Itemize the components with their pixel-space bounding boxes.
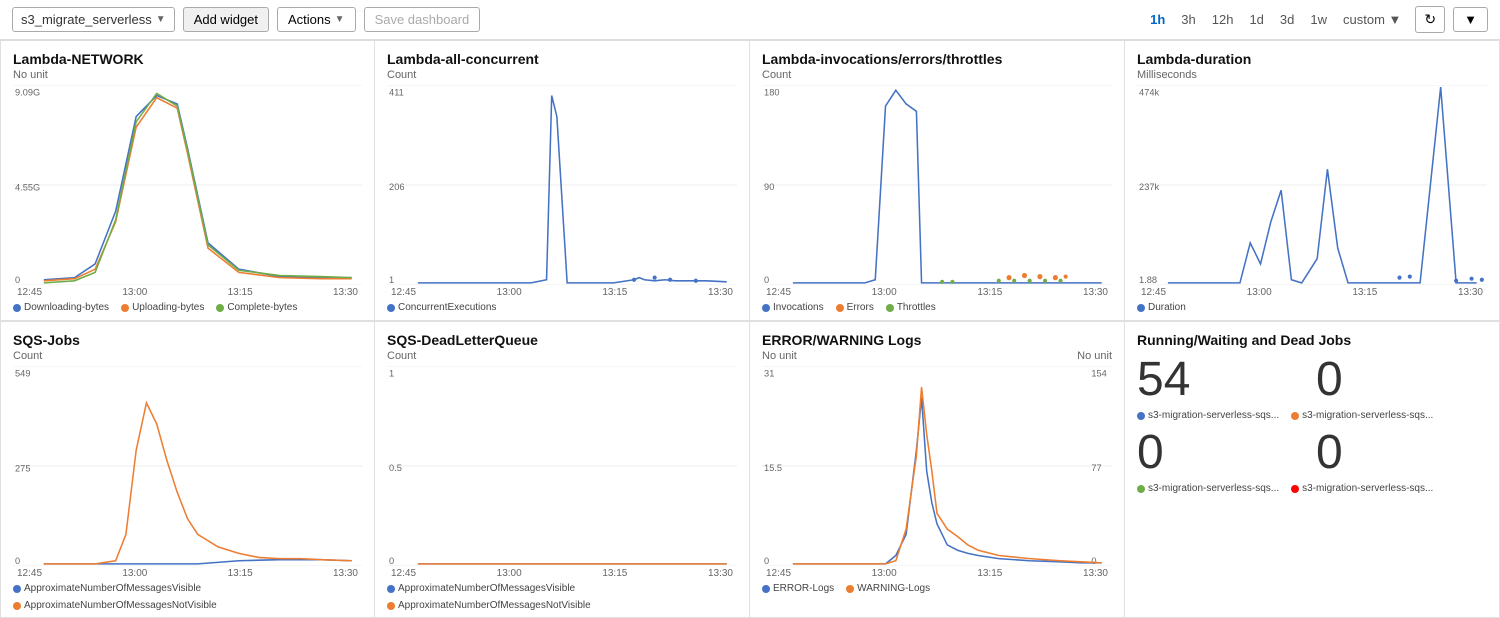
widget-lambda-invocations-legend: Invocations Errors Throttles <box>762 302 1112 313</box>
widget-sqs-jobs-xlabels: 12:4513:0013:1513:30 <box>13 568 362 579</box>
svg-text:15.5: 15.5 <box>764 463 782 473</box>
big-numbers-grid-2: 0 0 <box>1137 429 1487 477</box>
big-num-0-first: 0 <box>1316 356 1487 404</box>
time-3h[interactable]: 3h <box>1175 9 1201 30</box>
widget-running-dead-title: Running/Waiting and Dead Jobs <box>1137 332 1487 348</box>
widget-lambda-invocations-chart: 180 90 0 <box>762 85 1112 285</box>
svg-text:0.5: 0.5 <box>389 463 402 473</box>
svg-text:77: 77 <box>1091 463 1101 473</box>
toolbar: s3_migrate_serverless ▼ Add widget Actio… <box>0 0 1500 40</box>
widget-sqs-deadletter-unit: Count <box>387 350 737 362</box>
settings-icon: ▼ <box>1464 12 1477 27</box>
widget-sqs-deadletter-legend: ApproximateNumberOfMessagesVisible Appro… <box>387 583 737 611</box>
svg-text:474k: 474k <box>1139 87 1159 97</box>
svg-text:237k: 237k <box>1139 182 1159 192</box>
svg-text:1.88: 1.88 <box>1139 275 1157 285</box>
widget-lambda-network-chart: 9.09G 4.55G 0 <box>13 85 362 285</box>
widget-lambda-concurrent-xlabels: 12:4513:0013:1513:30 <box>387 287 737 298</box>
big-num-0-second: 0 <box>1137 429 1308 477</box>
time-custom[interactable]: custom ▼ <box>1337 9 1407 30</box>
widget-sqs-deadletter-xlabels: 12:4513:0013:1513:30 <box>387 568 737 579</box>
svg-text:1: 1 <box>389 275 394 285</box>
widget-running-dead: Running/Waiting and Dead Jobs 54 0 s3-mi… <box>1125 321 1500 618</box>
widget-error-logs-unit-left: No unit <box>762 350 797 362</box>
svg-text:9.09G: 9.09G <box>15 87 40 97</box>
widget-sqs-jobs-legend: ApproximateNumberOfMessagesVisible Appro… <box>13 583 362 611</box>
svg-text:154: 154 <box>1091 368 1106 378</box>
svg-text:549: 549 <box>15 368 30 378</box>
big-num-54: 54 <box>1137 356 1308 404</box>
widget-sqs-deadletter-title: SQS-DeadLetterQueue <box>387 332 737 348</box>
widget-error-logs-chart: 31 15.5 0 154 77 0 <box>762 366 1112 566</box>
widget-lambda-concurrent-chart: 411 206 1 <box>387 85 737 285</box>
widget-lambda-duration-title: Lambda-duration <box>1137 51 1487 67</box>
time-controls: 1h 3h 12h 1d 3d 1w custom ▼ <box>1144 9 1407 30</box>
widget-lambda-duration-chart: 474k 237k 1.88 <box>1137 85 1487 285</box>
widget-lambda-invocations-unit: Count <box>762 69 1112 81</box>
svg-text:0: 0 <box>389 556 394 566</box>
widget-error-logs-title: ERROR/WARNING Logs <box>762 332 1112 348</box>
svg-text:0: 0 <box>764 556 769 566</box>
svg-text:31: 31 <box>764 368 774 378</box>
widget-error-logs: ERROR/WARNING Logs No unit No unit 31 15… <box>750 321 1125 618</box>
widget-sqs-jobs-title: SQS-Jobs <box>13 332 362 348</box>
widget-running-dead-legend-bottom: s3-migration-serverless-sqs... s3-migrat… <box>1137 483 1487 494</box>
widget-lambda-network: Lambda-NETWORK No unit 9.09G 4.55G 0 1 <box>0 41 375 321</box>
widget-lambda-network-xlabels: 12:4513:0013:1513:30 <box>13 287 362 298</box>
widget-running-dead-legend-top: s3-migration-serverless-sqs... s3-migrat… <box>1137 410 1487 421</box>
time-1w[interactable]: 1w <box>1304 9 1333 30</box>
save-dashboard-button[interactable]: Save dashboard <box>364 7 481 32</box>
widget-lambda-invocations-title: Lambda-invocations/errors/throttles <box>762 51 1112 67</box>
svg-text:206: 206 <box>389 182 404 192</box>
actions-button[interactable]: Actions ▼ <box>277 7 356 32</box>
widget-lambda-invocations-xlabels: 12:4513:0013:1513:30 <box>762 287 1112 298</box>
big-numbers-grid: 54 0 <box>1137 356 1487 404</box>
widget-lambda-invocations: Lambda-invocations/errors/throttles Coun… <box>750 41 1125 321</box>
actions-label: Actions <box>288 12 331 27</box>
widget-lambda-duration: Lambda-duration Milliseconds 474k 237k 1… <box>1125 41 1500 321</box>
settings-button[interactable]: ▼ <box>1453 7 1488 32</box>
svg-text:275: 275 <box>15 463 30 473</box>
widget-lambda-duration-unit: Milliseconds <box>1137 69 1487 81</box>
big-num-0-third: 0 <box>1316 429 1487 477</box>
widget-lambda-duration-xlabels: 12:4513:0013:1513:30 <box>1137 287 1487 298</box>
svg-text:4.55G: 4.55G <box>15 182 40 192</box>
add-widget-button[interactable]: Add widget <box>183 7 269 32</box>
svg-text:0: 0 <box>15 556 20 566</box>
svg-text:90: 90 <box>764 182 774 192</box>
actions-dropdown-arrow: ▼ <box>335 14 345 25</box>
time-3d[interactable]: 3d <box>1274 9 1300 30</box>
widget-sqs-deadletter: SQS-DeadLetterQueue Count 1 0.5 0 12:451… <box>375 321 750 618</box>
widget-lambda-concurrent-legend: ConcurrentExecutions <box>387 302 737 313</box>
widget-sqs-jobs-unit: Count <box>13 350 362 362</box>
svg-text:411: 411 <box>389 87 404 97</box>
svg-text:0: 0 <box>15 275 20 285</box>
widget-lambda-concurrent: Lambda-all-concurrent Count 411 206 1 12… <box>375 41 750 321</box>
widget-sqs-jobs: SQS-Jobs Count 549 275 0 12:4513:0013:15… <box>0 321 375 618</box>
time-12h[interactable]: 12h <box>1206 9 1240 30</box>
widget-error-logs-unit-right: No unit <box>1077 350 1112 362</box>
widget-error-logs-legend: ERROR-Logs WARNING-Logs <box>762 583 1112 594</box>
dashboard-selector[interactable]: s3_migrate_serverless ▼ <box>12 7 175 32</box>
svg-text:1: 1 <box>389 368 394 378</box>
dashboard-grid: Lambda-NETWORK No unit 9.09G 4.55G 0 1 <box>0 40 1500 618</box>
time-1h[interactable]: 1h <box>1144 9 1171 30</box>
widget-lambda-concurrent-title: Lambda-all-concurrent <box>387 51 737 67</box>
dashboard-dropdown-arrow: ▼ <box>156 14 166 25</box>
widget-lambda-duration-legend: Duration <box>1137 302 1487 313</box>
refresh-button[interactable]: ↻ <box>1415 6 1445 33</box>
svg-text:0: 0 <box>1091 556 1096 566</box>
time-1d[interactable]: 1d <box>1243 9 1269 30</box>
widget-lambda-network-legend: Downloading-bytes Uploading-bytes Comple… <box>13 302 362 313</box>
widget-sqs-deadletter-chart: 1 0.5 0 <box>387 366 737 566</box>
dashboard-name: s3_migrate_serverless <box>21 12 152 27</box>
widget-sqs-jobs-chart: 549 275 0 <box>13 366 362 566</box>
svg-text:180: 180 <box>764 87 779 97</box>
svg-text:0: 0 <box>764 275 769 285</box>
widget-error-logs-xlabels: 12:4513:0013:1513:30 <box>762 568 1112 579</box>
widget-lambda-concurrent-unit: Count <box>387 69 737 81</box>
widget-lambda-network-title: Lambda-NETWORK <box>13 51 362 67</box>
widget-lambda-network-unit: No unit <box>13 69 362 81</box>
